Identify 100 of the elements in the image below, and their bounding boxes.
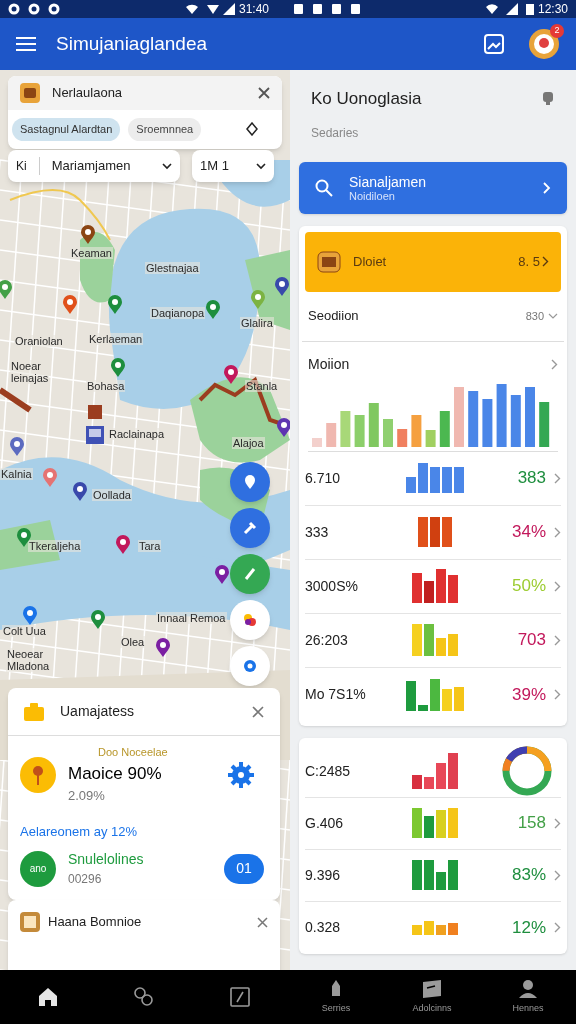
- stat-row[interactable]: C:2485: [305, 745, 561, 798]
- filter-chip[interactable]: Sroemnnea: [128, 118, 202, 141]
- chevron-right-icon: [554, 869, 561, 881]
- chevron-right-icon: [554, 922, 561, 933]
- panel-title: Ko Uonoglasia: [311, 88, 423, 110]
- close-button[interactable]: [258, 87, 270, 99]
- time-text: 12:30: [537, 1, 568, 18]
- stat-row[interactable]: 9.396 83%: [305, 849, 561, 902]
- mini-bar-chart-drawing: [406, 463, 464, 493]
- stat-row[interactable]: 333 34%: [305, 505, 561, 560]
- chart-bar: [354, 414, 365, 447]
- signal-icon: [222, 3, 235, 15]
- chevron-right-icon: [554, 817, 561, 829]
- menu-button[interactable]: [16, 36, 36, 52]
- map-pin-icon: [110, 358, 126, 378]
- map-pin-icon: [90, 610, 106, 630]
- stat-label: 6.710: [305, 468, 342, 488]
- card-subtext: 00296: [68, 871, 103, 888]
- map-pin-icon: [276, 418, 290, 438]
- nav-item[interactable]: Adolcinns: [384, 970, 480, 1024]
- stat-row[interactable]: 3000S% 50%: [305, 559, 561, 614]
- select-value: 830: [525, 308, 544, 324]
- settings-icon: [226, 759, 256, 790]
- chevron-down-icon: [256, 162, 266, 170]
- stat-row[interactable]: 26:203 703: [305, 613, 561, 668]
- chevron-right-icon: [543, 181, 551, 194]
- mini-bar-chart-drawing: [412, 860, 458, 890]
- map-pin-icon: [9, 437, 25, 457]
- stat-label: 26:203: [305, 630, 349, 650]
- map-pin-icon: [250, 290, 266, 310]
- map-pin-icon: [62, 295, 78, 315]
- select-label: Seodiion: [308, 307, 360, 326]
- mini-bar-chart-drawing: [412, 753, 458, 789]
- card-title: Uamajatess: [60, 702, 135, 721]
- mini-bar-chart-drawing: [412, 624, 458, 656]
- card-link[interactable]: Aelareonem ay 12%: [20, 821, 268, 841]
- map-label: Stanla: [245, 380, 279, 392]
- mini-bar-chart-drawing: [412, 569, 458, 603]
- chart-bar: [368, 402, 379, 447]
- nav-item[interactable]: Hennes: [480, 970, 576, 1024]
- card-title: Haana Bomnioe: [48, 913, 142, 932]
- banner-title: Dloiet: [353, 252, 388, 271]
- close-button[interactable]: [257, 916, 268, 928]
- close-button[interactable]: [252, 705, 264, 718]
- map-label: Bohasa: [86, 380, 126, 392]
- map-label: Innaal Remoa: [156, 612, 227, 624]
- briefcase-icon: [24, 702, 44, 721]
- map-pin-icon: [80, 225, 96, 245]
- button-subtitle: Noidiloen: [349, 189, 395, 202]
- mini-bar-chart-drawing: [406, 678, 464, 711]
- stat-row[interactable]: 6.710 383: [305, 451, 561, 506]
- book-icon: [20, 912, 40, 932]
- map-label: Daqianopa: [150, 307, 206, 319]
- diamond-icon: [246, 122, 258, 137]
- avatar-icon: [528, 28, 560, 60]
- card-eyebrow: Doo Noceelae: [98, 745, 169, 760]
- card-headline: Maoice 90%: [68, 762, 163, 785]
- map-label: Olea: [120, 636, 146, 648]
- dropdown-button[interactable]: 1M 1: [192, 150, 274, 182]
- stat-row[interactable]: G.406 158: [305, 797, 561, 850]
- stat-row[interactable]: Mo 7S1% 39%: [305, 667, 561, 722]
- stat-value: 50%: [511, 575, 546, 598]
- search-icon: [315, 178, 333, 197]
- signal-icon: [505, 3, 518, 15]
- mini-bar-chart-drawing: [412, 920, 458, 935]
- wifi-icon: [485, 3, 498, 15]
- circles-icon: [133, 986, 155, 1008]
- map-label: Keaman: [70, 247, 113, 259]
- chart-bar: [425, 429, 436, 447]
- chart-bar: [340, 410, 351, 447]
- stat-value: 383: [517, 467, 546, 490]
- chart-bar: [312, 437, 322, 447]
- chart-bar: [439, 410, 450, 447]
- select-row[interactable]: Seodiion 830: [302, 291, 564, 342]
- stat-label: 3000S%: [305, 576, 359, 596]
- building-icon: [86, 426, 104, 444]
- dropdown-value: Mariamjamen: [51, 157, 132, 176]
- map-pin-icon: [22, 606, 38, 626]
- chevron-right-icon: [554, 472, 561, 484]
- filter-prefix: Ki: [16, 157, 40, 175]
- map-label: Noear leinajas: [10, 360, 50, 384]
- stat-value: 83%: [511, 864, 546, 887]
- map-pin-icon: [115, 535, 131, 555]
- chart-bar: [525, 386, 535, 447]
- close-icon: [258, 87, 270, 99]
- filter-chip[interactable]: Sastagnul Alardtan: [12, 118, 121, 141]
- dropdown-value: 1M 1: [200, 157, 230, 176]
- primary-button[interactable]: Sianaljamen Noidiloen: [299, 161, 567, 214]
- dropdown-button[interactable]: Ki Mariamjamen: [8, 150, 180, 182]
- image-button[interactable]: [484, 34, 504, 54]
- nav-item[interactable]: Serries: [288, 970, 384, 1024]
- stat-value: 39%: [511, 683, 546, 706]
- map-label: Colt Uua: [2, 625, 47, 637]
- store-icon: [317, 250, 341, 273]
- image-icon: [484, 34, 504, 54]
- highlight-banner[interactable]: Dloiet 8. 5: [305, 231, 561, 292]
- chevron-down-icon: [162, 162, 172, 170]
- stat-row[interactable]: 0.328 12%: [305, 901, 561, 954]
- map-pin-icon: [155, 638, 171, 658]
- chevron-right-icon: [554, 580, 561, 592]
